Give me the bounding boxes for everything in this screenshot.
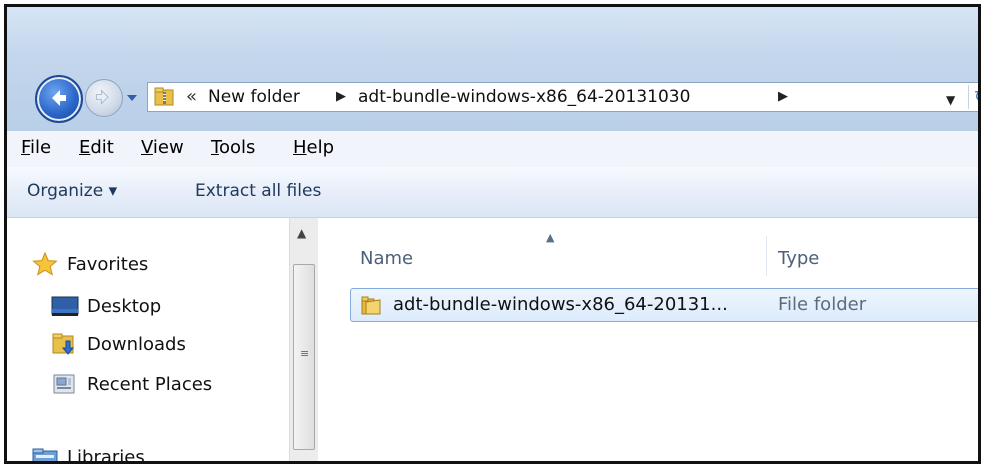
breadcrumb-separator-icon[interactable]: ▶ xyxy=(778,89,788,104)
nav-item-favorites[interactable]: Favorites xyxy=(31,250,148,278)
nav-item-label: Recent Places xyxy=(87,373,213,395)
address-divider xyxy=(968,85,969,109)
file-list: ▲ Name Type adt-bundle-windows-x86_64-20… xyxy=(318,218,978,461)
nav-item-label: Desktop xyxy=(87,295,162,317)
refresh-icon[interactable]: ↻ xyxy=(974,87,978,106)
menu-label: dit xyxy=(90,137,114,158)
scroll-up-icon[interactable]: ▲ xyxy=(297,226,306,240)
star-icon xyxy=(31,251,59,276)
libraries-icon xyxy=(31,445,59,461)
nav-item-recent-places[interactable]: Recent Places xyxy=(51,370,212,398)
breadcrumb-separator-icon[interactable]: ▶ xyxy=(336,89,346,104)
recent-places-icon xyxy=(51,372,79,396)
column-header-type[interactable]: Type xyxy=(778,248,819,269)
nav-item-label: Favorites xyxy=(67,253,149,275)
nav-item-label: Libraries xyxy=(67,446,145,464)
back-button[interactable] xyxy=(35,75,83,123)
menu-accel: F xyxy=(21,137,31,158)
nav-item-libraries[interactable]: Libraries xyxy=(31,443,145,464)
menu-view[interactable]: View xyxy=(141,137,184,158)
navigation-pane: Favorites Desktop Downloads Recent Place… xyxy=(7,218,289,464)
forward-button[interactable] xyxy=(85,79,123,117)
column-divider[interactable] xyxy=(766,236,767,276)
menu-label: iew xyxy=(152,137,184,158)
menu-accel: E xyxy=(79,137,91,158)
menu-file[interactable]: File xyxy=(21,137,51,158)
menu-label: ile xyxy=(30,137,52,158)
zip-folder-icon xyxy=(154,87,174,106)
sort-ascending-icon: ▲ xyxy=(546,231,555,244)
nav-pane-scrollbar[interactable]: ▲ ≡ xyxy=(289,218,319,461)
scroll-thumb[interactable]: ≡ xyxy=(293,264,315,450)
nav-item-label: Downloads xyxy=(87,333,186,355)
column-header-name[interactable]: Name xyxy=(360,248,413,269)
nav-item-downloads[interactable]: Downloads xyxy=(51,330,186,358)
recent-pages-dropdown-icon[interactable] xyxy=(125,91,139,105)
menu-edit[interactable]: Edit xyxy=(79,137,114,158)
downloads-icon xyxy=(51,332,79,356)
breadcrumb-new-folder[interactable]: New folder xyxy=(208,87,300,107)
menu-help[interactable]: Help xyxy=(293,137,334,158)
arrow-left-icon xyxy=(52,90,66,106)
organize-button[interactable]: Organize ▾ xyxy=(27,181,117,201)
command-bar: Organize ▾ Extract all files xyxy=(7,167,978,218)
address-bar[interactable]: « New folder ▶ adt-bundle-windows-x86_64… xyxy=(147,82,978,112)
breadcrumb-adt-bundle[interactable]: adt-bundle-windows-x86_64-20131030 xyxy=(358,87,690,107)
folder-icon xyxy=(361,296,381,315)
menu-label: ools xyxy=(218,137,256,158)
window-chrome xyxy=(7,7,978,131)
address-dropdown-icon[interactable]: ▼ xyxy=(946,93,955,107)
menu-accel: V xyxy=(141,137,153,158)
row-type-cell: File folder xyxy=(778,294,867,315)
extract-all-files-button[interactable]: Extract all files xyxy=(195,181,321,201)
menu-accel: H xyxy=(293,137,307,158)
menu-accel: T xyxy=(211,137,219,158)
explorer-window: « New folder ▶ adt-bundle-windows-x86_64… xyxy=(4,4,981,464)
menu-label: elp xyxy=(306,137,335,158)
menu-tools[interactable]: Tools xyxy=(211,137,255,158)
row-name-cell: adt-bundle-windows-x86_64-20131... xyxy=(393,294,728,315)
nav-item-desktop[interactable]: Desktop xyxy=(51,292,161,320)
table-row[interactable]: adt-bundle-windows-x86_64-20131... File … xyxy=(350,288,978,322)
overflow-chevron[interactable]: « xyxy=(186,86,197,107)
arrow-right-icon xyxy=(95,89,109,105)
menu-bar: File Edit View Tools Help xyxy=(7,131,978,168)
desktop-icon xyxy=(51,294,79,318)
grip-icon: ≡ xyxy=(300,347,310,360)
